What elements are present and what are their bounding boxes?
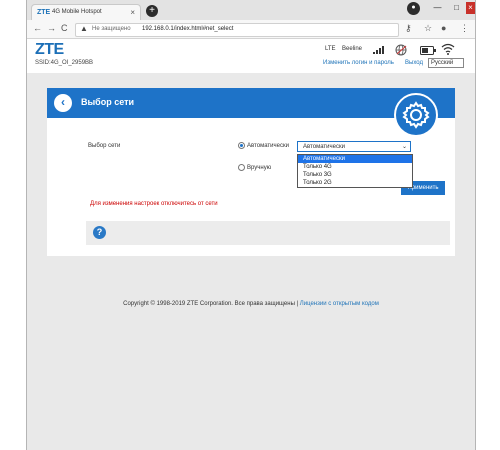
battery-icon <box>420 46 436 55</box>
forward-icon[interactable]: → <box>47 23 56 33</box>
change-login-link[interactable]: Изменить логин и пароль <box>323 60 394 66</box>
new-tab-button[interactable]: + <box>146 5 158 17</box>
option-2g[interactable]: Только 2G <box>298 179 412 187</box>
tab-title: 4G Mobile Hotspot <box>52 9 102 15</box>
copyright-text: Copyright © 1998-2019 ZTE Corporation. В… <box>123 301 295 307</box>
gear-icon <box>394 93 438 137</box>
network-select-label: Выбор сети <box>88 143 121 149</box>
operator-name: Beeline <box>342 46 363 52</box>
back-icon[interactable]: ← <box>33 23 42 33</box>
option-4g[interactable]: Только 4G <box>298 163 412 171</box>
network-mode-select[interactable]: Автоматически ⌄ <box>297 141 411 152</box>
language-select[interactable]: Русский <box>428 58 464 68</box>
close-tab-icon[interactable]: × <box>130 8 135 17</box>
zte-logo: ZTE <box>35 41 64 58</box>
globe-icon <box>395 44 407 56</box>
maximize-button[interactable]: □ <box>447 2 466 14</box>
help-icon[interactable]: ? <box>93 226 106 239</box>
key-icon[interactable]: ⚷ <box>405 23 412 34</box>
address-bar[interactable]: ▲ Не защищено 192.168.0.1/index.html#net… <box>75 23 399 37</box>
security-label[interactable]: Не защищено <box>92 26 131 32</box>
navigation-bar: ← → C ▲ Не защищено 192.168.0.1/index.ht… <box>27 20 475 39</box>
profile-icon[interactable]: ● <box>407 2 420 15</box>
radio-automatic-label: Автоматически <box>247 143 289 150</box>
option-automatic[interactable]: Автоматически <box>298 155 412 163</box>
logout-link[interactable]: Выход <box>405 60 423 66</box>
license-link[interactable]: Лицензии с открытым кодом <box>300 301 379 307</box>
profile-avatar-icon[interactable]: ● <box>441 23 446 33</box>
network-mode-dropdown: Автоматически Только 4G Только 3G Только… <box>297 154 413 188</box>
radio-automatic[interactable]: Автоматически <box>238 142 289 149</box>
ssid-label: SSID:4G_OI_2959BB <box>35 60 94 66</box>
url-text[interactable]: 192.168.0.1/index.html#net_select <box>142 26 233 32</box>
network-select-panel: ‹ Выбор сети Выбор сети Автоматически Вр… <box>47 88 455 256</box>
minimize-button[interactable]: — <box>428 2 447 14</box>
reload-icon[interactable]: C <box>61 23 68 33</box>
network-type: LTE <box>325 46 336 52</box>
disconnect-warning: Для изменения настроек отключитесь от се… <box>90 201 218 207</box>
star-icon[interactable]: ☆ <box>424 23 432 34</box>
footer: Copyright © 1998-2019 ZTE Corporation. В… <box>27 301 475 307</box>
menu-icon[interactable]: ⋮ <box>460 23 469 34</box>
router-header: ZTE SSID:4G_OI_2959BB LTE Beeline Измени… <box>27 39 475 73</box>
warning-icon: ▲ <box>80 24 88 33</box>
wifi-icon <box>441 43 455 55</box>
help-box: ? <box>86 221 450 245</box>
browser-window: ZTE 4G Mobile Hotspot × + ● — □ × ← → C … <box>26 0 476 450</box>
zte-favicon-icon: ZTE <box>37 9 51 16</box>
page-content: ZTE SSID:4G_OI_2959BB LTE Beeline Измени… <box>27 39 475 450</box>
signal-icon <box>373 46 385 54</box>
radio-manual[interactable]: Вручную <box>238 164 271 171</box>
radio-manual-label: Вручную <box>247 165 272 172</box>
back-button[interactable]: ‹ <box>54 94 72 112</box>
chevron-down-icon: ⌄ <box>401 144 407 150</box>
language-value: Русский <box>431 60 454 66</box>
page-title: Выбор сети <box>81 97 135 107</box>
browser-tab[interactable]: ZTE 4G Mobile Hotspot × <box>31 4 141 20</box>
title-bar: ZTE 4G Mobile Hotspot × + ● — □ × <box>27 0 475 20</box>
footer-separator: | <box>296 301 299 307</box>
option-3g[interactable]: Только 3G <box>298 171 412 179</box>
close-window-button[interactable]: × <box>466 2 475 14</box>
select-value: Автоматически <box>303 144 345 150</box>
